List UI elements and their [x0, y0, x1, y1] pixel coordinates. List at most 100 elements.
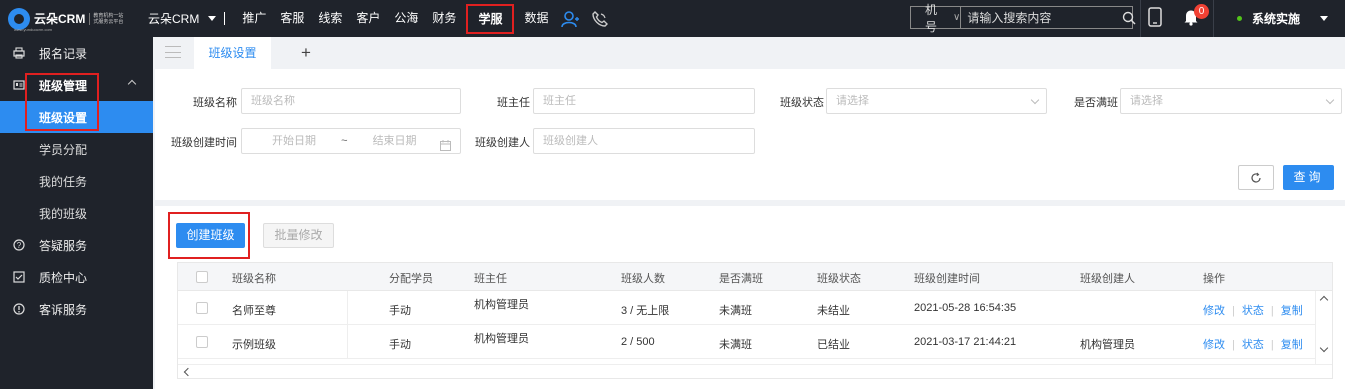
- class-name-input[interactable]: 班级名称: [241, 88, 461, 114]
- reset-button[interactable]: [1238, 165, 1274, 190]
- created-time-cell: 2021-05-28 16:54:35: [914, 302, 1017, 314]
- sidebar-item-class-management[interactable]: 班级管理: [0, 69, 153, 101]
- add-user-icon[interactable]: [555, 0, 585, 37]
- teacher-input[interactable]: 班主任: [533, 88, 755, 114]
- nav-item-customers[interactable]: 客户: [349, 0, 387, 37]
- mobile-icon[interactable]: [1148, 7, 1162, 30]
- logo-slogan-line1: 教育机构一站: [93, 12, 124, 19]
- sidebar-subitem-student-assign[interactable]: 学员分配: [0, 133, 153, 165]
- calendar-icon: [440, 136, 451, 160]
- teacher-label: 班主任: [497, 97, 530, 109]
- horizontal-scrollbar[interactable]: [178, 364, 1332, 378]
- search-type-select[interactable]: 手机号码 ∨: [911, 3, 962, 51]
- sidebar-subitem-class-settings[interactable]: 班级设置: [0, 101, 153, 133]
- caret-down-icon: [1320, 16, 1329, 21]
- logo-slogan-line2: 式服务云平台: [93, 18, 124, 25]
- vertical-scrollbar[interactable]: [1315, 291, 1332, 366]
- divider: |: [1232, 339, 1235, 351]
- app-switcher[interactable]: 云朵CRM: [148, 10, 217, 27]
- table-row: 示例班级 手动 机构管理员 2 / 500 未满班 已结业 2021-03-17…: [178, 325, 1332, 359]
- divider: |: [1232, 305, 1235, 317]
- row-checkbox[interactable]: [196, 336, 208, 348]
- phone-call-icon[interactable]: [585, 0, 615, 37]
- search-icon[interactable]: [1122, 11, 1136, 25]
- full-cell: 未满班: [719, 305, 752, 317]
- chevron-up-icon: [127, 79, 137, 89]
- logo-slogan: 教育机构一站 式服务云平台: [89, 12, 124, 25]
- nav-item-data[interactable]: 数据: [517, 0, 555, 37]
- divider: |: [1270, 305, 1274, 317]
- sidebar-subitem-my-tasks[interactable]: 我的任务: [0, 165, 153, 197]
- column-header: 班主任: [474, 273, 507, 285]
- date-range-picker[interactable]: 开始日期 ~ 结束日期: [241, 128, 461, 154]
- create-class-button[interactable]: 创建班级: [176, 223, 245, 248]
- created-time-cell: 2021-03-17 21:44:21: [914, 336, 1017, 348]
- column-header: 操作: [1203, 273, 1225, 285]
- sidebar-item-label: 答疑服务: [39, 238, 88, 253]
- main-nav: 推广 客服 线索 客户 公海 财务 学服 数据: [235, 0, 615, 37]
- end-date-input[interactable]: 结束日期: [373, 135, 417, 147]
- nav-item-promotion[interactable]: 推广: [235, 0, 273, 37]
- add-tab-icon[interactable]: +: [301, 43, 311, 63]
- sidebar-item-complaint-service[interactable]: 客诉服务: [0, 293, 153, 325]
- nav-item-student-service[interactable]: 学服: [466, 3, 515, 34]
- count-cell: 3 / 无上限: [621, 305, 670, 317]
- nav-item-customer-service[interactable]: 客服: [273, 0, 311, 37]
- sidebar-subitem-my-classes[interactable]: 我的班级: [0, 197, 153, 229]
- tab-class-settings[interactable]: 班级设置: [194, 37, 271, 69]
- top-navigation-bar: 云朵CRM 教育机构一站 式服务云平台 www.yunduocrm.com 云朵…: [0, 0, 1345, 51]
- tabs-bar: 班级设置 +: [153, 37, 1345, 69]
- start-date-input[interactable]: 开始日期: [272, 135, 316, 147]
- menu-toggle-icon[interactable]: [165, 46, 181, 58]
- sidebar-item-qa-service[interactable]: ? 答疑服务: [0, 229, 153, 261]
- chevron-down-icon: [1325, 95, 1335, 105]
- nav-item-public-pool[interactable]: 公海: [387, 0, 425, 37]
- logo-text: 云朵CRM: [34, 12, 86, 26]
- column-header: 班级状态: [817, 273, 861, 285]
- query-button[interactable]: 查询: [1283, 165, 1334, 190]
- class-name-label: 班级名称: [193, 97, 237, 109]
- scroll-up-arrow-icon[interactable]: [1319, 295, 1329, 305]
- global-search: 手机号码 ∨: [910, 3, 1136, 51]
- creator-input[interactable]: 班级创建人: [533, 128, 755, 154]
- batch-edit-button[interactable]: 批量修改: [263, 223, 334, 248]
- search-input[interactable]: [961, 7, 1123, 28]
- teacher-cell: 机构管理员: [474, 333, 529, 345]
- status-select[interactable]: 请选择: [826, 88, 1047, 114]
- copy-link[interactable]: 复制: [1281, 339, 1303, 351]
- divider: |: [1270, 339, 1274, 351]
- sidebar-item-enrollment[interactable]: 报名记录: [0, 37, 153, 69]
- edit-link[interactable]: 修改: [1203, 305, 1225, 317]
- date-separator: ~: [341, 135, 348, 147]
- edit-link[interactable]: 修改: [1203, 339, 1225, 351]
- sidebar-item-label: 质检中心: [39, 270, 88, 285]
- user-name: 系统实施: [1252, 12, 1301, 26]
- alert-circle-icon: [12, 302, 26, 316]
- app-name: 云朵CRM: [148, 12, 200, 26]
- caret-down-icon: [208, 16, 217, 21]
- notification-badge: 0: [1194, 4, 1209, 19]
- user-menu[interactable]: 系统实施: [1237, 0, 1329, 37]
- logo[interactable]: 云朵CRM 教育机构一站 式服务云平台 www.yunduocrm.com: [0, 0, 140, 37]
- nav-item-finance[interactable]: 财务: [425, 0, 463, 37]
- nav-item-leads[interactable]: 线索: [311, 0, 349, 37]
- full-select[interactable]: 请选择: [1120, 88, 1342, 114]
- sidebar-item-quality-center[interactable]: 质检中心: [0, 261, 153, 293]
- copy-link[interactable]: 复制: [1281, 305, 1303, 317]
- divider: [224, 12, 226, 25]
- select-all-checkbox[interactable]: [196, 271, 208, 283]
- row-checkbox[interactable]: [196, 302, 208, 314]
- operations-cell: 修改 | 状态 | 复制: [1203, 302, 1303, 318]
- column-divider: [347, 291, 348, 325]
- column-header: 班级创建人: [1080, 273, 1135, 285]
- scroll-down-arrow-icon[interactable]: [1319, 343, 1329, 353]
- status-link[interactable]: 状态: [1242, 339, 1264, 351]
- sidebar-item-label: 报名记录: [39, 46, 88, 61]
- status-link[interactable]: 状态: [1242, 305, 1264, 317]
- creator-label: 班级创建人: [475, 137, 530, 149]
- operations-cell: 修改 | 状态 | 复制: [1203, 336, 1303, 352]
- count-cell: 2 / 500: [621, 336, 655, 348]
- online-status-dot: [1237, 16, 1242, 21]
- scroll-left-arrow-icon[interactable]: [183, 367, 193, 377]
- column-header: 是否满班: [719, 273, 763, 285]
